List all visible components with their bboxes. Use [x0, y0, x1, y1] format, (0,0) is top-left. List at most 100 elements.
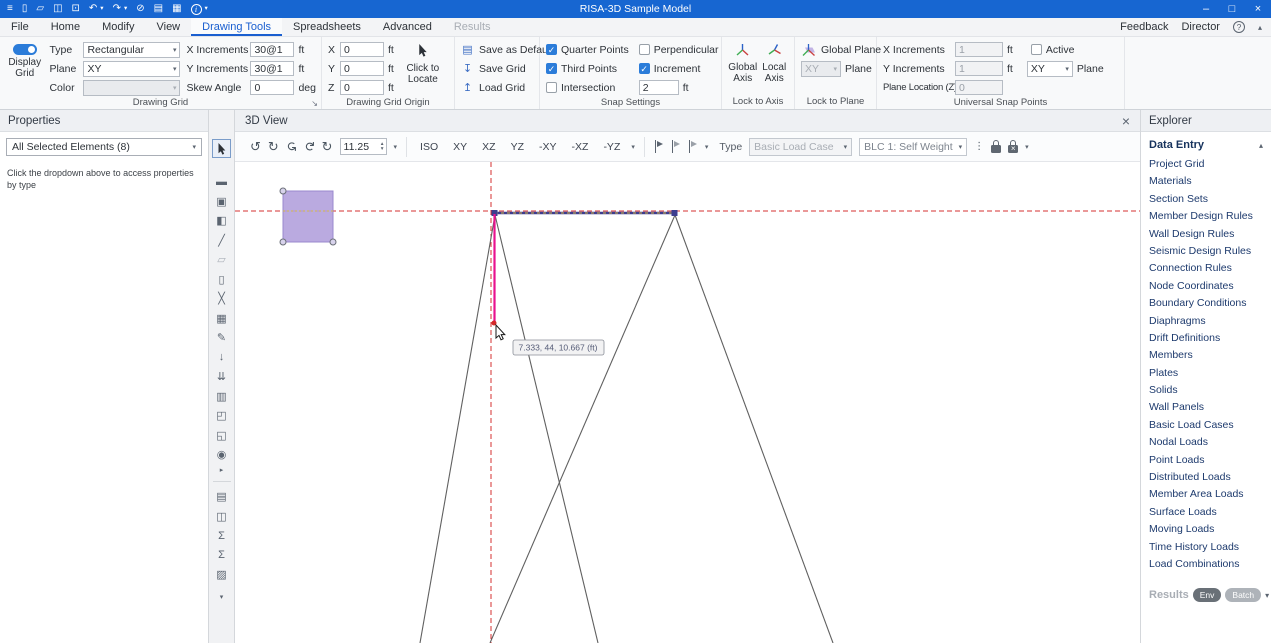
explorer-item-distributed-loads[interactable]: Distributed Loads — [1141, 469, 1271, 486]
view-neg-xy-button[interactable]: -XY — [535, 139, 561, 155]
explorer-item-members[interactable]: Members — [1141, 347, 1271, 364]
redo-icon[interactable]: ↷ — [113, 0, 121, 18]
explorer-item-connection-rules[interactable]: Connection Rules — [1141, 260, 1271, 277]
tool-unlock-selection-icon[interactable]: ◱ — [212, 426, 232, 444]
grid-handle-node[interactable] — [280, 188, 286, 194]
tool-draw-column-icon[interactable]: ▯ — [212, 270, 232, 288]
view-xz-button[interactable]: XZ — [478, 139, 499, 155]
tool-distributed-load-icon[interactable]: ⇊ — [212, 368, 232, 386]
results-chevron-icon[interactable]: ▾ — [1265, 591, 1269, 600]
results-env-toggle[interactable]: Env — [1193, 588, 1222, 602]
third-points-checkbox[interactable]: Third Points — [546, 60, 629, 77]
erase-icon[interactable]: ⊘ — [136, 0, 144, 18]
minimize-button[interactable]: – — [1193, 0, 1219, 18]
drawing-grid-region[interactable] — [280, 188, 336, 245]
checkbox-icon[interactable] — [546, 82, 557, 93]
member-node[interactable] — [672, 210, 678, 216]
save-icon[interactable]: ◫ — [53, 0, 62, 18]
close-button[interactable]: × — [1245, 0, 1271, 18]
clip-flag-outline-icon[interactable] — [671, 140, 681, 153]
redo-chevron-icon[interactable]: ▾ — [124, 0, 127, 18]
rotate-ccw-icon[interactable]: ↺ — [250, 140, 261, 153]
rotate-cw-icon[interactable]: ↻ — [268, 140, 279, 153]
rotate-up-icon[interactable]: ↺ — [285, 141, 298, 152]
tool-copy-icon[interactable]: ◫ — [212, 507, 232, 525]
checkbox-icon[interactable] — [546, 63, 557, 74]
explorer-item-wall-design-rules[interactable]: Wall Design Rules — [1141, 226, 1271, 243]
usp-active-checkbox[interactable] — [1031, 44, 1042, 55]
perpendicular-checkbox[interactable]: Perpendicular — [639, 41, 719, 58]
model-canvas[interactable]: 7.333, 44, 10.667 (ft) — [235, 162, 1140, 643]
print-icon[interactable]: ⊡ — [72, 0, 80, 18]
tab-advanced[interactable]: Advanced — [372, 18, 443, 36]
tab-view[interactable]: View — [145, 18, 191, 36]
tool-modify-member-icon[interactable]: ▬ — [212, 173, 232, 191]
explorer-item-time-history-loads[interactable]: Time History Loads — [1141, 539, 1271, 556]
tool-expand-chevron-icon[interactable]: ▾ — [212, 592, 232, 602]
open-file-icon[interactable]: ▱ — [36, 0, 44, 18]
grid-color-select[interactable]: ▾ — [83, 80, 180, 96]
tool-nodal-load-icon[interactable]: ↓ — [212, 348, 232, 366]
explorer-item-load-combinations[interactable]: Load Combinations — [1141, 556, 1271, 573]
display-grid-toggle[interactable]: Display Grid — [6, 41, 43, 96]
tab-drawing-tools[interactable]: Drawing Tools — [191, 18, 282, 36]
snapshot-icon[interactable]: ▦ — [172, 0, 181, 18]
tab-modify[interactable]: Modify — [91, 18, 145, 36]
tab-file[interactable]: File — [0, 18, 40, 36]
view-yz-button[interactable]: YZ — [507, 139, 528, 155]
clip-flag-icon[interactable] — [654, 140, 664, 153]
x-increments-input[interactable] — [250, 42, 294, 57]
tool-sum2-icon[interactable]: Σ — [212, 546, 232, 564]
checkbox-icon[interactable] — [546, 44, 557, 55]
tab-home[interactable]: Home — [40, 18, 91, 36]
explorer-item-basic-load-cases[interactable]: Basic Load Cases — [1141, 417, 1271, 434]
usp-plane-select[interactable]: XY▾ — [1027, 61, 1073, 77]
explorer-item-point-loads[interactable]: Point Loads — [1141, 452, 1271, 469]
local-axis-button[interactable]: Local Axis — [760, 41, 790, 95]
origin-z-input[interactable] — [340, 80, 384, 95]
explorer-item-boundary-conditions[interactable]: Boundary Conditions — [1141, 295, 1271, 312]
tool-sum-icon[interactable]: Σ — [212, 527, 232, 545]
explorer-item-wall-panels[interactable]: Wall Panels — [1141, 399, 1271, 416]
tool-draw-node-icon[interactable]: ▣ — [212, 192, 232, 210]
view-close-icon[interactable]: × — [1122, 114, 1130, 128]
data-entry-section-header[interactable]: Data Entry ▴ — [1141, 132, 1271, 156]
intersection-checkbox[interactable]: Intersection — [546, 79, 629, 96]
explorer-item-project-grid[interactable]: Project Grid — [1141, 156, 1271, 173]
about-info-icon[interactable]: i — [191, 4, 202, 15]
clip-flag-outline2-icon[interactable] — [688, 140, 698, 153]
tool-visibility-eye-icon[interactable]: ◉ — [212, 446, 232, 464]
checkbox-icon[interactable] — [639, 63, 650, 74]
new-file-icon[interactable]: ▯ — [22, 0, 28, 18]
zoom-down-icon[interactable]: ▾ — [381, 147, 384, 152]
origin-y-input[interactable] — [340, 61, 384, 76]
explorer-item-node-coordinates[interactable]: Node Coordinates — [1141, 278, 1271, 295]
clip-chevron-icon[interactable]: ▾ — [705, 143, 709, 151]
collapse-section-icon[interactable]: ▴ — [1259, 141, 1263, 150]
global-axis-button[interactable]: Global Axis — [728, 41, 758, 95]
drawing-grid-launcher-icon[interactable]: ↘ — [311, 99, 318, 108]
explorer-item-plates[interactable]: Plates — [1141, 365, 1271, 382]
app-menu-icon[interactable]: ≡ — [7, 0, 13, 18]
explorer-item-drift-definitions[interactable]: Drift Definitions — [1141, 330, 1271, 347]
zoom-level-input[interactable] — [341, 141, 381, 153]
explorer-item-solids[interactable]: Solids — [1141, 382, 1271, 399]
results-batch-toggle[interactable]: Batch — [1225, 588, 1261, 602]
increment-checkbox[interactable]: Increment — [639, 60, 719, 77]
grid-type-select[interactable]: Rectangular▾ — [83, 42, 180, 58]
zoom-presets-chevron-icon[interactable]: ▾ — [394, 143, 398, 151]
tab-spreadsheets[interactable]: Spreadsheets — [282, 18, 372, 36]
snap-increment-input[interactable] — [639, 80, 679, 95]
quarter-points-checkbox[interactable]: Quarter Points — [546, 41, 629, 58]
tool-more-chevron-icon[interactable]: ▸ — [212, 465, 232, 475]
help-icon[interactable]: ? — [1233, 21, 1245, 33]
zoom-level-spinner[interactable]: ▴ ▾ — [340, 138, 387, 155]
tool-grid-icon[interactable]: ▤ — [212, 488, 232, 506]
unlock-all-icon[interactable] — [1008, 145, 1018, 153]
origin-x-input[interactable] — [340, 42, 384, 57]
clipboard-icon[interactable]: ▤ — [154, 0, 163, 18]
properties-selector[interactable]: All Selected Elements (8)▾ — [6, 138, 202, 156]
toggle-switch-icon[interactable] — [13, 44, 37, 55]
undo-icon[interactable]: ↶ — [89, 0, 97, 18]
maximize-button[interactable]: □ — [1219, 0, 1245, 18]
